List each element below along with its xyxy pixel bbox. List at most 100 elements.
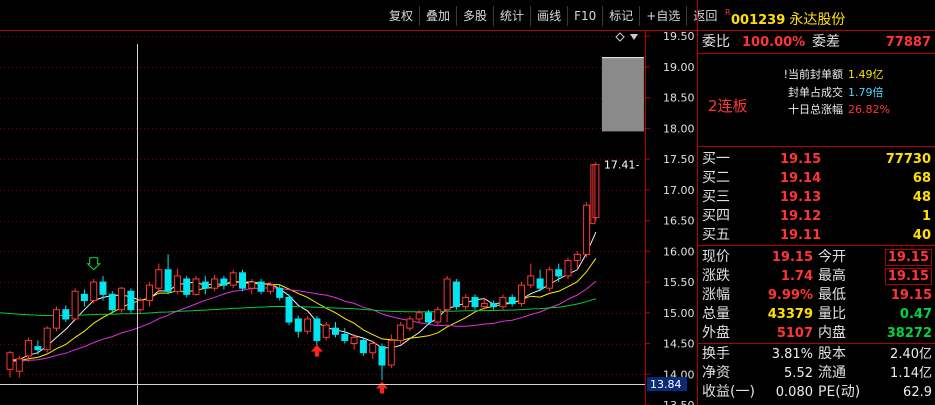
candle[interactable] bbox=[434, 306, 442, 326]
quote-label: 涨幅 bbox=[702, 287, 730, 303]
candle[interactable] bbox=[239, 269, 246, 292]
candle[interactable] bbox=[220, 275, 228, 290]
quote-row: 现价 19.15 今开 19.15 bbox=[698, 248, 935, 267]
candle-body bbox=[573, 253, 581, 262]
candle[interactable] bbox=[564, 257, 572, 279]
candle-body bbox=[285, 296, 293, 323]
candle[interactable] bbox=[332, 322, 339, 338]
candle-body bbox=[443, 278, 451, 311]
candle[interactable] bbox=[155, 263, 163, 292]
tag-dash: - bbox=[636, 161, 640, 172]
bid-level-4[interactable]: 买四 19.12 1 bbox=[698, 207, 935, 226]
candle[interactable] bbox=[43, 326, 51, 353]
candle[interactable] bbox=[80, 289, 88, 307]
candle[interactable] bbox=[173, 268, 181, 295]
limit-up-block bbox=[601, 57, 644, 132]
bid-price: 19.14 bbox=[780, 171, 822, 186]
quote-label: 最高 bbox=[818, 268, 846, 284]
candle[interactable] bbox=[34, 340, 42, 355]
candle[interactable] bbox=[490, 300, 498, 310]
candle[interactable] bbox=[350, 334, 358, 350]
candle[interactable] bbox=[62, 305, 70, 323]
bid-price: 19.12 bbox=[780, 209, 822, 224]
price-tick-label: 15.00 bbox=[663, 307, 695, 320]
candle[interactable] bbox=[527, 263, 535, 289]
candle[interactable] bbox=[518, 282, 525, 307]
candle[interactable] bbox=[592, 162, 600, 221]
candle[interactable] bbox=[53, 306, 60, 332]
candle[interactable] bbox=[15, 355, 23, 378]
candle[interactable] bbox=[545, 266, 553, 292]
candle[interactable] bbox=[536, 269, 544, 292]
candle-body bbox=[53, 309, 60, 329]
candle[interactable] bbox=[257, 278, 265, 295]
candle-body bbox=[555, 269, 563, 277]
price-tick-label: 19.00 bbox=[663, 61, 695, 74]
fundamental-label: PE(动) bbox=[818, 384, 861, 400]
quote-panel: R 001239 永达股份 委比 100.00% 委差 77887 !当前封单额… bbox=[697, 0, 935, 405]
candle-body bbox=[266, 284, 274, 292]
order-diff-value: 77887 bbox=[885, 35, 931, 50]
candle-body bbox=[211, 278, 219, 289]
candle[interactable] bbox=[471, 294, 479, 310]
candle[interactable] bbox=[90, 278, 98, 304]
candle[interactable] bbox=[146, 282, 153, 307]
candle[interactable] bbox=[443, 275, 451, 323]
kline-chart[interactable]: 17.41- 19.50 19.00 18.50 18.00 17.50 17.00 16.… bbox=[0, 0, 697, 405]
candle[interactable] bbox=[452, 278, 460, 310]
bid-level-3[interactable]: 买三 19.13 48 bbox=[698, 188, 935, 207]
quote-row: 总量 43379 量比 0.47 bbox=[698, 305, 935, 324]
candle-body bbox=[332, 327, 339, 335]
candle-body bbox=[294, 318, 302, 332]
candle[interactable] bbox=[508, 294, 516, 307]
fundamental-value: 62.9 bbox=[903, 385, 932, 400]
candle-body bbox=[155, 269, 163, 289]
quote-label: 量比 bbox=[818, 306, 846, 322]
candle[interactable] bbox=[397, 322, 405, 344]
divider bbox=[698, 343, 935, 344]
candle[interactable] bbox=[183, 275, 191, 298]
candle-body bbox=[90, 281, 98, 301]
candle-body bbox=[378, 346, 386, 366]
candle[interactable] bbox=[583, 202, 591, 258]
candle[interactable] bbox=[192, 275, 200, 296]
candle[interactable] bbox=[71, 288, 79, 321]
candle[interactable] bbox=[406, 315, 414, 332]
candle[interactable] bbox=[229, 269, 237, 289]
candle[interactable] bbox=[6, 350, 14, 378]
bid-label: 买三 bbox=[702, 189, 730, 205]
candle[interactable] bbox=[462, 294, 470, 310]
seal-info-row: !当前封单额 1.49亿 bbox=[698, 65, 935, 84]
candle[interactable] bbox=[304, 315, 312, 335]
candle[interactable] bbox=[499, 294, 507, 310]
candle[interactable] bbox=[127, 288, 135, 313]
price-tick-label: 13.50 bbox=[663, 399, 695, 405]
bid-level-5[interactable]: 买五 19.11 40 bbox=[698, 226, 935, 245]
candle-body bbox=[341, 333, 349, 341]
candle[interactable] bbox=[201, 275, 209, 295]
rzrq-badge: R bbox=[725, 8, 731, 17]
candle[interactable] bbox=[118, 286, 126, 313]
candle[interactable] bbox=[555, 263, 563, 283]
candle[interactable] bbox=[164, 254, 172, 295]
candle[interactable] bbox=[108, 291, 116, 313]
candle-body bbox=[490, 303, 498, 308]
quote-row: 涨跌 1.74 最高 19.15 bbox=[698, 267, 935, 286]
candle[interactable] bbox=[369, 340, 377, 359]
candle[interactable] bbox=[294, 315, 302, 338]
candle[interactable] bbox=[285, 294, 293, 326]
candle[interactable] bbox=[359, 337, 367, 356]
candle[interactable] bbox=[322, 322, 330, 341]
candle-body bbox=[192, 278, 200, 295]
candle[interactable] bbox=[211, 274, 219, 292]
bid-level-1[interactable]: 买一 19.15 77730 bbox=[698, 150, 935, 169]
candle-body bbox=[434, 309, 442, 323]
quote-label: 最低 bbox=[818, 287, 846, 303]
candle[interactable] bbox=[341, 328, 349, 344]
price-tick-label: 16.50 bbox=[663, 215, 695, 228]
bid-level-2[interactable]: 买二 19.14 68 bbox=[698, 169, 935, 188]
stock-title[interactable]: 001239 永达股份 bbox=[731, 9, 845, 29]
bid-price: 19.13 bbox=[780, 190, 822, 205]
fundamental-label: 收益(一) bbox=[702, 384, 755, 400]
candle[interactable] bbox=[313, 315, 321, 347]
